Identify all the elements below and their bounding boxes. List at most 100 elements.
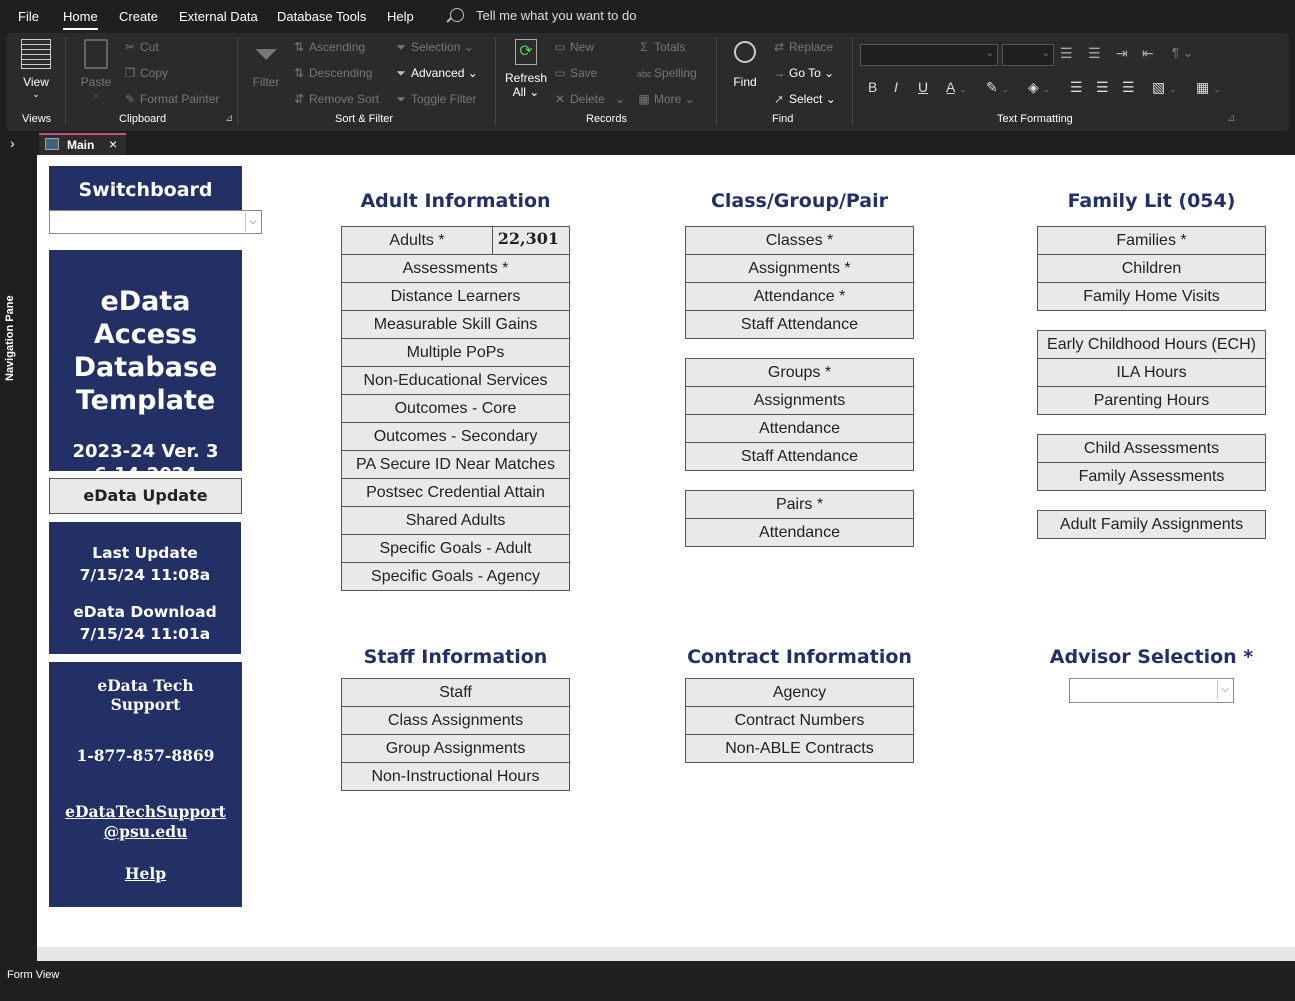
- descending-button[interactable]: ⇅ Descending: [292, 66, 372, 80]
- family-lit-button[interactable]: ILA Hours: [1037, 358, 1266, 387]
- class-button[interactable]: Assignments *: [685, 254, 914, 283]
- menu-file[interactable]: File: [18, 9, 39, 24]
- select-button[interactable]: ➚ Select ⌄: [772, 92, 836, 106]
- adult-info-button[interactable]: Postsec Credential Attain: [341, 478, 570, 507]
- cut-button[interactable]: ✂ Cut: [123, 40, 159, 54]
- numbering-icon[interactable]: ☰: [1088, 45, 1101, 62]
- adult-info-button[interactable]: Specific Goals - Agency: [341, 562, 570, 591]
- contract-info-button[interactable]: Contract Numbers: [685, 706, 914, 735]
- filter-button[interactable]: ⏷ Filter: [251, 39, 281, 90]
- delete-record-button[interactable]: ✕ Delete ⌄: [553, 92, 625, 106]
- font-name-combo[interactable]: ⌄: [860, 44, 998, 66]
- contract-info-button[interactable]: Agency: [685, 678, 914, 707]
- font-size-combo[interactable]: ⌄: [1002, 44, 1054, 66]
- horizontal-scrollbar[interactable]: [37, 947, 1295, 961]
- bullets-icon[interactable]: ☰: [1060, 45, 1073, 62]
- adult-info-button[interactable]: Shared Adults: [341, 506, 570, 535]
- spelling-button[interactable]: abc Spelling: [637, 66, 697, 80]
- chevron-down-icon[interactable]: ⌵: [1217, 680, 1232, 700]
- underline-button[interactable]: U: [918, 79, 928, 95]
- paste-button[interactable]: Paste ⌄: [80, 39, 112, 100]
- family-lit-button[interactable]: Early Childhood Hours (ECH): [1037, 330, 1266, 359]
- adult-info-button[interactable]: Outcomes - Core: [341, 394, 570, 423]
- adult-info-button[interactable]: Multiple PoPs: [341, 338, 570, 367]
- bold-button[interactable]: B: [868, 79, 877, 95]
- pair-button[interactable]: Attendance: [685, 518, 914, 547]
- family-lit-button[interactable]: Parenting Hours: [1037, 386, 1266, 415]
- copy-button[interactable]: ❐ Copy: [123, 66, 168, 80]
- adult-info-button[interactable]: Outcomes - Secondary: [341, 422, 570, 451]
- ascending-button[interactable]: ⇅ Ascending: [292, 40, 365, 54]
- class-button[interactable]: Staff Attendance: [685, 310, 914, 339]
- find-button[interactable]: Find: [728, 39, 762, 89]
- chevron-right-icon[interactable]: ›: [10, 135, 15, 151]
- font-color-icon[interactable]: A̲ ⌄: [946, 79, 967, 95]
- selection-button[interactable]: ⏷ Selection ⌄: [394, 40, 474, 55]
- save-record-button[interactable]: ▭ Save: [553, 66, 597, 80]
- goto-button[interactable]: → Go To ⌄: [772, 66, 834, 80]
- adult-info-button[interactable]: Specific Goals - Adult: [341, 534, 570, 563]
- italic-button[interactable]: I: [894, 79, 898, 95]
- adult-info-button[interactable]: Non-Educational Services: [341, 366, 570, 395]
- menu-help[interactable]: Help: [387, 9, 414, 24]
- staff-info-button[interactable]: Staff: [341, 678, 570, 707]
- family-lit-button[interactable]: Family Assessments: [1037, 462, 1266, 491]
- toggle-filter-button[interactable]: ⏷ Toggle Filter: [394, 92, 476, 107]
- group-button[interactable]: Groups *: [685, 358, 914, 387]
- family-lit-button[interactable]: Families *: [1037, 226, 1266, 255]
- menu-external-data[interactable]: External Data: [179, 9, 258, 24]
- group-button[interactable]: Attendance: [685, 414, 914, 443]
- family-lit-button[interactable]: Family Home Visits: [1037, 282, 1266, 311]
- close-icon[interactable]: ×: [109, 136, 117, 152]
- adult-info-button[interactable]: Assessments *: [341, 254, 570, 283]
- family-lit-button[interactable]: Adult Family Assignments: [1037, 510, 1266, 539]
- align-right-icon[interactable]: ☰: [1122, 79, 1135, 96]
- contract-info-button[interactable]: Non-ABLE Contracts: [685, 734, 914, 763]
- support-email-domain[interactable]: @psu.edu: [50, 822, 241, 842]
- adult-info-button[interactable]: Distance Learners: [341, 282, 570, 311]
- decrease-indent-icon[interactable]: ⇤: [1142, 45, 1154, 62]
- adult-info-button[interactable]: Measurable Skill Gains: [341, 310, 570, 339]
- switchboard-combo[interactable]: ⌵: [49, 210, 262, 234]
- group-button[interactable]: Assignments: [685, 386, 914, 415]
- menu-create[interactable]: Create: [119, 9, 158, 24]
- more-button[interactable]: ▦ More ⌄: [637, 92, 694, 106]
- family-lit-button[interactable]: Children: [1037, 254, 1266, 283]
- help-link[interactable]: Help: [50, 864, 241, 883]
- dialog-launcher-icon[interactable]: ⊿: [225, 113, 233, 124]
- pair-button[interactable]: Pairs *: [685, 490, 914, 519]
- replace-button[interactable]: ⇄ Replace: [772, 40, 833, 54]
- adult-info-button[interactable]: PA Secure ID Near Matches: [341, 450, 570, 479]
- new-record-button[interactable]: ▭ New: [553, 40, 594, 54]
- staff-info-button[interactable]: Non-Instructional Hours: [341, 762, 570, 791]
- paragraph-direction-icon[interactable]: ¶ ⌄: [1172, 45, 1194, 61]
- format-painter-button[interactable]: ✎ Format Painter: [123, 92, 219, 106]
- chevron-down-icon[interactable]: ⌵: [245, 212, 260, 232]
- fill-color-icon[interactable]: ◈ ⌄: [1028, 79, 1050, 96]
- tell-me-search[interactable]: Tell me what you want to do: [450, 8, 636, 23]
- advisor-selection-combo[interactable]: ⌵: [1069, 678, 1234, 703]
- gridlines-icon[interactable]: ▦ ⌄: [1196, 79, 1221, 96]
- conditional-format-icon[interactable]: ▧ ⌄: [1152, 79, 1177, 96]
- totals-button[interactable]: Σ Totals: [637, 40, 685, 54]
- refresh-all-button[interactable]: ⟳ Refresh All ⌄: [504, 39, 548, 99]
- staff-info-button[interactable]: Class Assignments: [341, 706, 570, 735]
- increase-indent-icon[interactable]: ⇥: [1116, 45, 1128, 62]
- highlight-icon[interactable]: ✎ ⌄: [986, 79, 1009, 96]
- class-button[interactable]: Attendance *: [685, 282, 914, 311]
- align-left-icon[interactable]: ☰: [1070, 79, 1083, 96]
- dialog-launcher-icon[interactable]: ⊿: [1227, 113, 1235, 124]
- class-button[interactable]: Classes *: [685, 226, 914, 255]
- remove-sort-button[interactable]: ⇵ Remove Sort: [292, 92, 379, 106]
- align-center-icon[interactable]: ☰: [1096, 79, 1109, 96]
- advanced-button[interactable]: ⏷ Advanced ⌄: [394, 66, 478, 81]
- tab-main[interactable]: Main ×: [39, 133, 126, 155]
- group-button[interactable]: Staff Attendance: [685, 442, 914, 471]
- family-lit-button[interactable]: Child Assessments: [1037, 434, 1266, 463]
- support-email-link[interactable]: eDataTechSupport: [50, 802, 241, 822]
- staff-info-button[interactable]: Group Assignments: [341, 734, 570, 763]
- menu-database-tools[interactable]: Database Tools: [277, 9, 366, 24]
- adults-button[interactable]: Adults *: [341, 226, 493, 255]
- navigation-pane[interactable]: › Navigation Pane: [0, 131, 37, 963]
- view-button[interactable]: View ⌄: [18, 39, 54, 100]
